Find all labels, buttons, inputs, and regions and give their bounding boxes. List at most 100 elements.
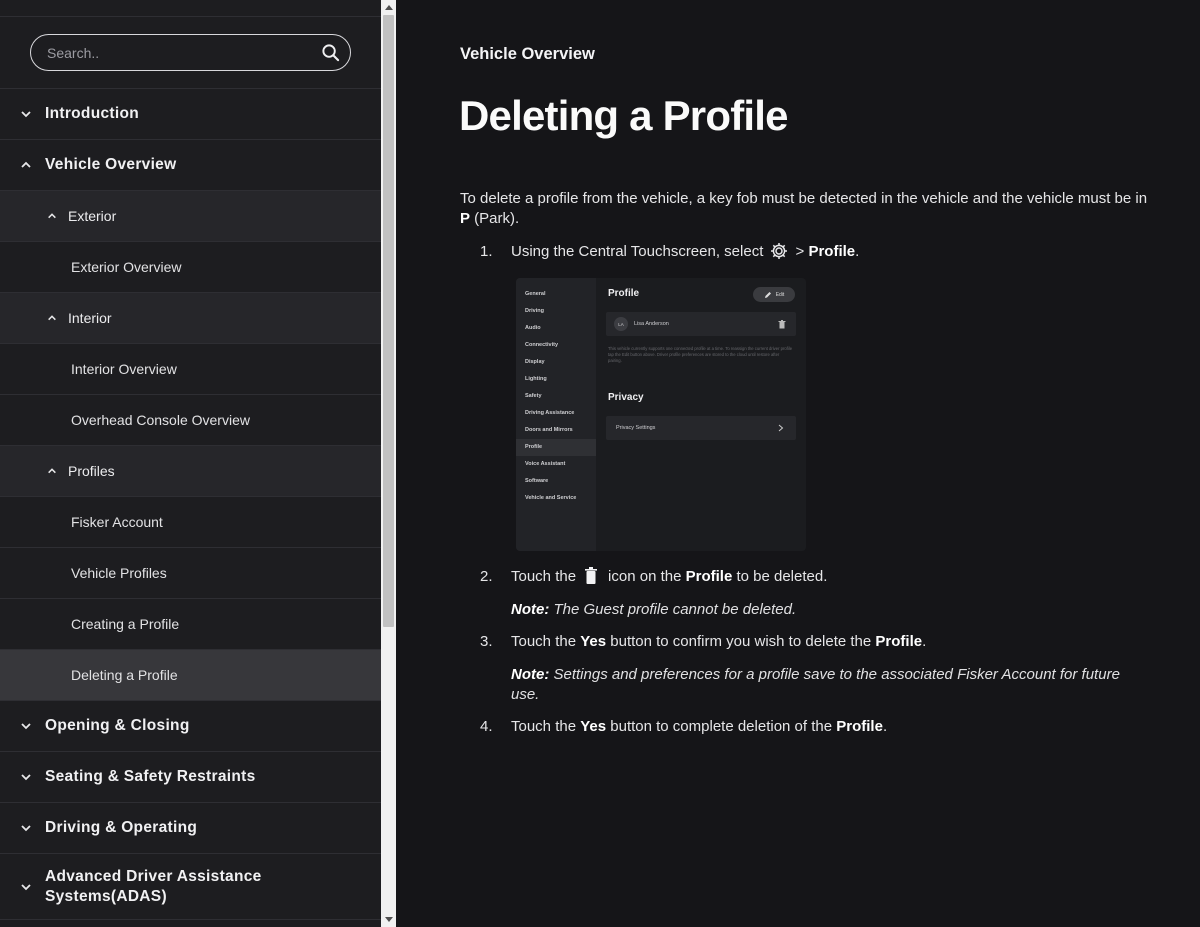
sidebar-item-overhead-console-overview[interactable]: Overhead Console Overview <box>0 395 381 446</box>
note-text: The Guest profile cannot be deleted. <box>549 601 797 618</box>
screenshot-settings-menu: General Driving Audio Connectivity Displ… <box>516 278 596 551</box>
sidebar-item-exterior[interactable]: Exterior <box>0 191 381 242</box>
sidebar-item-adas[interactable]: Advanced Driver Assistance Systems(ADAS) <box>0 854 381 920</box>
chevron-down-icon <box>21 825 31 832</box>
screenshot-privacy-settings-label: Privacy Settings <box>616 425 656 431</box>
screenshot-profile-heading: Profile <box>608 288 640 299</box>
step-text: Using the Central Touchscreen, select <box>511 242 764 260</box>
note-text: Settings and preferences for a profile s… <box>511 666 1120 703</box>
chevron-up-icon <box>48 213 56 219</box>
sidebar-item-label: Overhead Console Overview <box>71 412 250 428</box>
chevron-down-icon <box>21 883 31 890</box>
main-content: Vehicle Overview Deleting a Profile To d… <box>396 0 1200 927</box>
step-number: 3. <box>480 633 493 650</box>
step-text-2: button to complete deletion of the <box>606 718 837 735</box>
chevron-down-icon <box>21 723 31 730</box>
sidebar-item-introduction[interactable]: Introduction <box>0 89 381 140</box>
scroll-up-arrow-icon[interactable] <box>381 0 396 14</box>
step-bold-yes: Yes <box>580 718 607 735</box>
step-bold-profile: Profile <box>875 633 923 650</box>
sidebar-item-label: Exterior Overview <box>71 259 182 275</box>
chevron-right-icon <box>778 424 784 432</box>
screenshot-menu-item: Connectivity <box>525 342 559 348</box>
scroll-down-arrow-icon[interactable] <box>381 913 396 927</box>
step-text: Touch the <box>511 718 581 735</box>
search-container <box>0 17 381 89</box>
step-end: . <box>855 242 860 260</box>
trash-icon <box>778 319 786 328</box>
sidebar-item-label: Vehicle Profiles <box>71 565 167 581</box>
sidebar-item-creating-a-profile[interactable]: Creating a Profile <box>0 599 381 650</box>
sidebar-item-label: Fisker Account <box>71 514 163 530</box>
screenshot-menu-item: Audio <box>525 325 541 331</box>
sidebar-item-driving-operating[interactable]: Driving & Operating <box>0 803 381 854</box>
step-bold-profile: Profile <box>836 718 883 735</box>
step-number: 2. <box>480 567 493 585</box>
chevron-up-icon <box>48 315 56 321</box>
step-text-2: button to confirm you wish to delete the <box>606 633 876 650</box>
step-bold-profile: Profile <box>685 567 733 585</box>
search-icon[interactable] <box>321 43 340 62</box>
sidebar-item-exterior-overview[interactable]: Exterior Overview <box>0 242 381 293</box>
sidebar-item-seating-safety[interactable]: Seating & Safety Restraints <box>0 752 381 803</box>
note-label: Note: <box>511 601 550 618</box>
sidebar-item-label: Opening & Closing <box>45 717 190 734</box>
step-end: . <box>922 633 927 650</box>
screenshot-menu-item-selected: Profile <box>516 439 596 456</box>
step-bold-profile: Profile <box>808 242 856 260</box>
search-box[interactable] <box>30 34 351 71</box>
breadcrumb[interactable]: Vehicle Overview <box>460 45 595 64</box>
screenshot-edit-label: Edit <box>775 291 785 298</box>
sidebar-item-label: Vehicle Overview <box>45 156 177 173</box>
sidebar-item-interior-overview[interactable]: Interior Overview <box>0 344 381 395</box>
sidebar-item-label: Profiles <box>68 463 115 479</box>
sidebar-item-label: Advanced Driver Assistance Systems(ADAS) <box>45 867 262 905</box>
step-text-2: icon on the <box>608 567 686 585</box>
intro-text: To delete a profile from the vehicle, a … <box>460 190 1148 207</box>
gear-icon <box>771 243 788 259</box>
sidebar-item-label: Driving & Operating <box>45 819 198 836</box>
step-text: Touch the <box>511 633 581 650</box>
sidebar-item-fisker-account[interactable]: Fisker Account <box>0 497 381 548</box>
scrollbar-thumb[interactable] <box>383 15 394 627</box>
screenshot-menu-item: Lighting <box>525 376 547 382</box>
sidebar-item-interior[interactable]: Interior <box>0 293 381 344</box>
sidebar-item-label: Interior Overview <box>71 361 177 377</box>
step-number: 4. <box>480 718 493 735</box>
sidebar-item-label: Creating a Profile <box>71 616 180 632</box>
step-number: 1. <box>480 242 493 260</box>
trash-icon <box>585 567 598 584</box>
sidebar-item-label: Interior <box>68 310 112 326</box>
sidebar-item-opening-closing[interactable]: Opening & Closing <box>0 701 381 752</box>
sidebar-item-label: Seating & Safety Restraints <box>45 768 256 785</box>
chevron-down-icon <box>21 774 31 781</box>
intro-park-gear: P <box>460 210 471 227</box>
sidebar-item-deleting-a-profile[interactable]: Deleting a Profile <box>0 650 381 701</box>
sidebar-top-divider <box>0 0 381 17</box>
note-label: Note: <box>511 666 550 683</box>
page-title: Deleting a Profile <box>459 92 788 139</box>
chevron-down-icon <box>21 111 31 118</box>
sidebar-item-label: Introduction <box>45 105 139 122</box>
sidebar-item-vehicle-profiles[interactable]: Vehicle Profiles <box>0 548 381 599</box>
sidebar: Introduction Vehicle Overview Exterior E… <box>0 0 381 927</box>
screenshot-menu-item: Display <box>525 359 545 365</box>
screenshot-menu-item: General <box>525 291 546 297</box>
screenshot-profile-description: This vehicle currently supports one conn… <box>608 346 793 363</box>
intro-paragraph: To delete a profile from the vehicle, a … <box>460 189 1160 229</box>
step-text: Touch the <box>511 567 577 585</box>
screenshot-menu-item: Driving Assistance <box>525 410 575 416</box>
screenshot-menu-item: Doors and Mirrors <box>525 427 573 433</box>
search-input[interactable] <box>45 43 321 62</box>
sidebar-item-label: Deleting a Profile <box>71 667 178 683</box>
sidebar-item-profiles[interactable]: Profiles <box>0 446 381 497</box>
sidebar-item-vehicle-overview[interactable]: Vehicle Overview <box>0 140 381 191</box>
sidebar-item-label: Exterior <box>68 208 117 224</box>
intro-tail: (Park). <box>470 210 520 227</box>
sidebar-scrollbar[interactable] <box>381 0 396 927</box>
step-bold-yes: Yes <box>580 633 607 650</box>
step-3: 3. Touch the Yes button to confirm you w… <box>480 633 926 650</box>
screenshot-avatar: LA <box>614 317 628 331</box>
step-text-3: to be deleted. <box>732 567 828 585</box>
note-guest-profile: Note: The Guest profile cannot be delete… <box>511 600 1151 620</box>
